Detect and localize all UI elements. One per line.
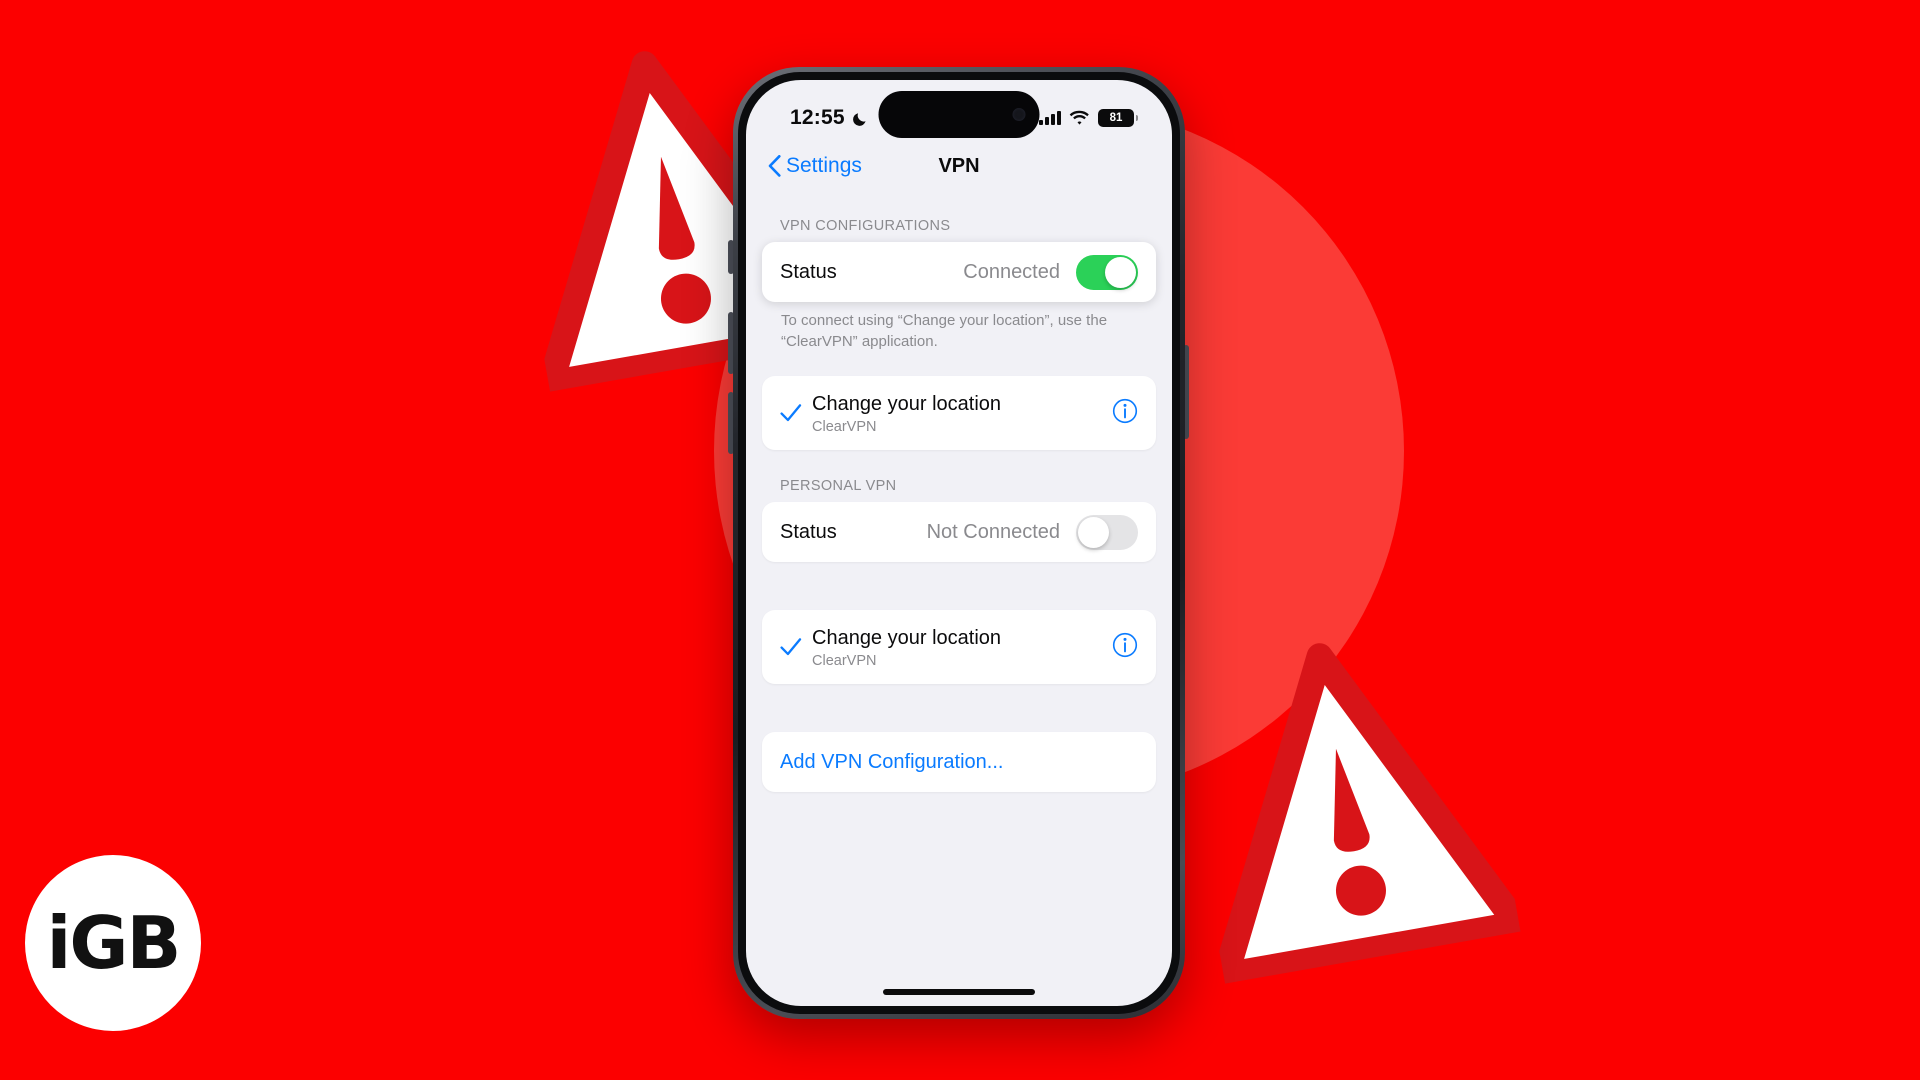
vpn-footnote: To connect using “Change your location”,… bbox=[781, 312, 1108, 350]
vpn-configuration-text-1: Change your location ClearVPN bbox=[808, 392, 1112, 435]
chevron-left-icon bbox=[768, 155, 781, 177]
status-bar-clock: 12:55 bbox=[790, 106, 845, 129]
device-screen: 12:55 81 Settings VPN VPN CONFIGURATIONS… bbox=[746, 80, 1172, 1006]
vpn-settings-list: VPN CONFIGURATIONS Status Connected To c… bbox=[746, 190, 1172, 1006]
toggle-knob bbox=[1105, 256, 1136, 288]
crescent-moon-icon bbox=[852, 112, 866, 126]
add-vpn-configuration-label: Add VPN Configuration... bbox=[780, 750, 1004, 773]
vpn-configuration-subtitle-2: ClearVPN bbox=[812, 652, 877, 669]
wifi-icon bbox=[1069, 110, 1089, 125]
vpn-configuration-title-1: Change your location bbox=[812, 392, 1002, 415]
toggle-knob bbox=[1078, 516, 1109, 548]
vpn-status-value: Connected bbox=[963, 260, 1060, 283]
back-to-settings-button[interactable]: Settings bbox=[768, 154, 862, 178]
personal-vpn-status-value: Not Connected bbox=[926, 520, 1060, 543]
section-header-vpn-configurations: VPN CONFIGURATIONS bbox=[780, 218, 951, 234]
personal-vpn-status-toggle[interactable] bbox=[1076, 514, 1138, 550]
vpn-configuration-card-1: Change your location ClearVPN bbox=[762, 376, 1156, 451]
personal-vpn-status-row[interactable]: Status Not Connected bbox=[762, 502, 1156, 562]
dynamic-island bbox=[878, 91, 1040, 138]
vpn-configuration-row-2[interactable]: Change your location ClearVPN bbox=[762, 610, 1156, 684]
cellular-bars-icon bbox=[1039, 111, 1061, 125]
igb-logo-text: iGB bbox=[46, 901, 182, 985]
checkmark-icon bbox=[774, 403, 808, 423]
igb-logo: iGB bbox=[25, 855, 201, 1031]
status-bar-left: 12:55 bbox=[790, 106, 869, 130]
status-bar: 12:55 81 bbox=[746, 80, 1172, 142]
vpn-configuration-row-1[interactable]: Change your location ClearVPN bbox=[762, 376, 1156, 450]
vpn-status-row[interactable]: Status Connected bbox=[762, 242, 1156, 302]
info-circle-icon-2[interactable] bbox=[1112, 632, 1138, 663]
battery-percentage: 81 bbox=[1109, 112, 1123, 124]
vpn-status-label: Status bbox=[780, 260, 837, 283]
navigation-bar: Settings VPN bbox=[746, 142, 1172, 190]
add-vpn-configuration-button[interactable]: Add VPN Configuration... bbox=[762, 732, 1156, 792]
back-button-label: Settings bbox=[786, 154, 862, 177]
personal-vpn-status-card: Status Not Connected bbox=[762, 502, 1156, 563]
battery-indicator: 81 bbox=[1098, 109, 1138, 127]
personal-vpn-status-label: Status bbox=[780, 520, 837, 543]
home-indicator[interactable] bbox=[883, 989, 1035, 995]
vpn-status-card: Status Connected bbox=[762, 242, 1156, 302]
add-vpn-configuration-card: Add VPN Configuration... bbox=[762, 732, 1156, 793]
warning-triangle-right bbox=[1169, 616, 1521, 984]
section-header-personal-vpn: PERSONAL VPN bbox=[780, 478, 897, 495]
vpn-configuration-title-2: Change your location bbox=[812, 626, 1002, 649]
info-circle-icon-1[interactable] bbox=[1112, 398, 1138, 429]
checkmark-icon bbox=[774, 637, 808, 657]
vpn-configuration-card-2: Change your location ClearVPN bbox=[762, 610, 1156, 685]
vpn-configuration-text-2: Change your location ClearVPN bbox=[808, 626, 1112, 669]
front-camera-icon bbox=[1012, 108, 1026, 121]
device-bezel: 12:55 81 Settings VPN VPN CONFIGURATIONS… bbox=[738, 72, 1180, 1014]
status-bar-right: 81 bbox=[1039, 109, 1138, 127]
vpn-configuration-subtitle-1: ClearVPN bbox=[812, 418, 877, 435]
iphone-device-frame: 12:55 81 Settings VPN VPN CONFIGURATIONS… bbox=[733, 67, 1185, 1019]
vpn-status-toggle[interactable] bbox=[1076, 254, 1138, 290]
